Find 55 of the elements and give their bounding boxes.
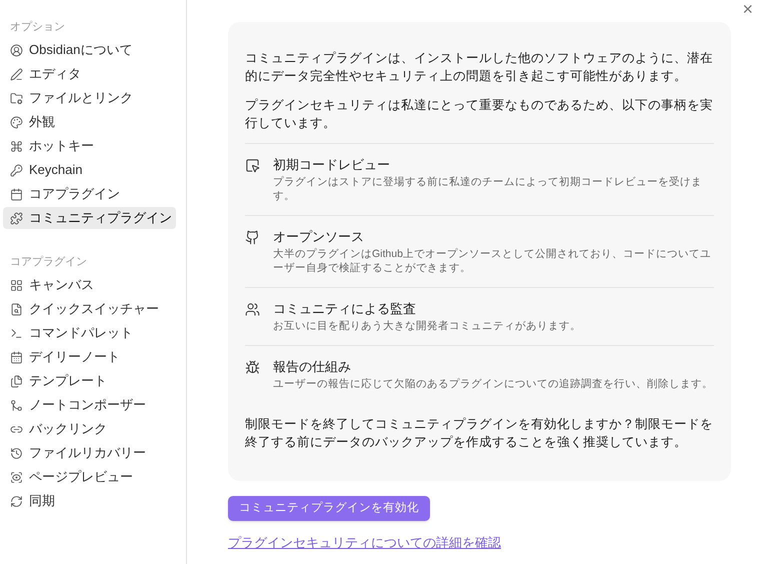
sidebar-item[interactable]: Obsidianについて <box>3 39 176 61</box>
history-icon <box>10 446 23 460</box>
sidebar-item[interactable]: ノートコンポーザー <box>3 394 176 416</box>
sidebar-item[interactable]: エディタ <box>3 63 176 85</box>
sidebar-item[interactable]: デイリーノート <box>3 346 176 368</box>
section-heading: オプション <box>9 20 66 35</box>
sidebar-item[interactable]: 外観 <box>3 111 176 133</box>
sidebar-item[interactable]: コマンドパレット <box>3 322 176 344</box>
sidebar-item[interactable]: Keychain <box>3 159 176 181</box>
eye-icon <box>10 470 23 484</box>
calendar-icon <box>10 188 23 200</box>
intro-paragraph: コミュニティプラグインは、インストールした他のソフトウェアのように、潜在的にデータ完全性やセキュリティ上の問題を引き起こす可能性があります。 <box>245 50 714 85</box>
users-icon <box>245 302 260 317</box>
outro-paragraph: 制限モードを終了してコミュニティプラグインを有効化しますか？制限モードを終了する前にデータのバックアップを作成することを強く推奨しています。 <box>245 416 714 451</box>
enable-button[interactable]: コミュニティプラグインを有効化 <box>228 496 430 521</box>
feature-description: プラグインはストアに登場する前に私達のチームによって初期コードレビューを受けます。 <box>273 175 703 203</box>
sidebar-item[interactable]: ファイルとリンク <box>3 87 176 109</box>
feature-title: オープンソース <box>273 228 365 246</box>
sidebar-item[interactable]: ファイルリカバリー <box>3 442 176 464</box>
feature-title: 報告の仕組み <box>273 358 352 376</box>
folder-icon <box>10 92 23 104</box>
sidebar-item[interactable]: キャンバス <box>3 274 176 296</box>
terminal-icon <box>10 326 23 340</box>
section-heading: コアプラグイン <box>9 254 88 270</box>
pen-icon <box>10 68 23 80</box>
details-link[interactable]: プラグインセキュリティについての詳細を確認 <box>228 533 501 552</box>
palette-icon <box>10 116 23 128</box>
key-icon <box>10 164 23 176</box>
feature-title: 初期コードレビュー <box>273 156 391 174</box>
feature-description: 大半のプラグインはGithub上でオープンソースとして公開されており、コードについてユーザー自身で検証することができます。 <box>273 247 712 275</box>
sidebar-item[interactable]: クイックスイッチャー <box>3 298 176 320</box>
sidebar-item[interactable]: コアプラグイン <box>3 183 176 205</box>
files-icon <box>10 374 23 388</box>
puzzle-icon <box>10 212 23 224</box>
calendar-icon <box>10 350 23 364</box>
close-button[interactable]: × <box>741 0 754 18</box>
sidebar-item[interactable]: 同期 <box>3 490 176 512</box>
sidebar-item[interactable]: バックリンク <box>3 418 176 440</box>
grid-icon <box>10 278 23 292</box>
feature-description: お互いに目を配りあう大きな開発者コミュニティがあります。 <box>273 319 581 333</box>
cursor-icon <box>245 158 260 173</box>
file-search-icon <box>10 302 23 316</box>
merge-icon <box>10 398 23 412</box>
sidebar-item[interactable]: ホットキー <box>3 135 176 157</box>
sidebar-item[interactable]: コミュニティプラグイン <box>3 207 176 229</box>
sync-icon <box>10 494 23 508</box>
feature-title: コミュニティによる監査 <box>273 300 417 318</box>
bug-icon <box>245 360 260 375</box>
feature-description: ユーザーの報告に応じて欠陥のあるプラグインについての追跡調査を行い、削除します。 <box>273 377 713 391</box>
intro-paragraph: プラグインセキュリティは私達にとって重要なものであるため、以下の事柄を実行しています。 <box>245 97 714 132</box>
command-key-icon <box>10 140 23 152</box>
sidebar-item[interactable]: テンプレート <box>3 370 176 392</box>
sidebar-item[interactable]: ページプレビュー <box>3 466 176 488</box>
github-icon <box>245 230 260 245</box>
user-circle-icon <box>10 44 23 56</box>
